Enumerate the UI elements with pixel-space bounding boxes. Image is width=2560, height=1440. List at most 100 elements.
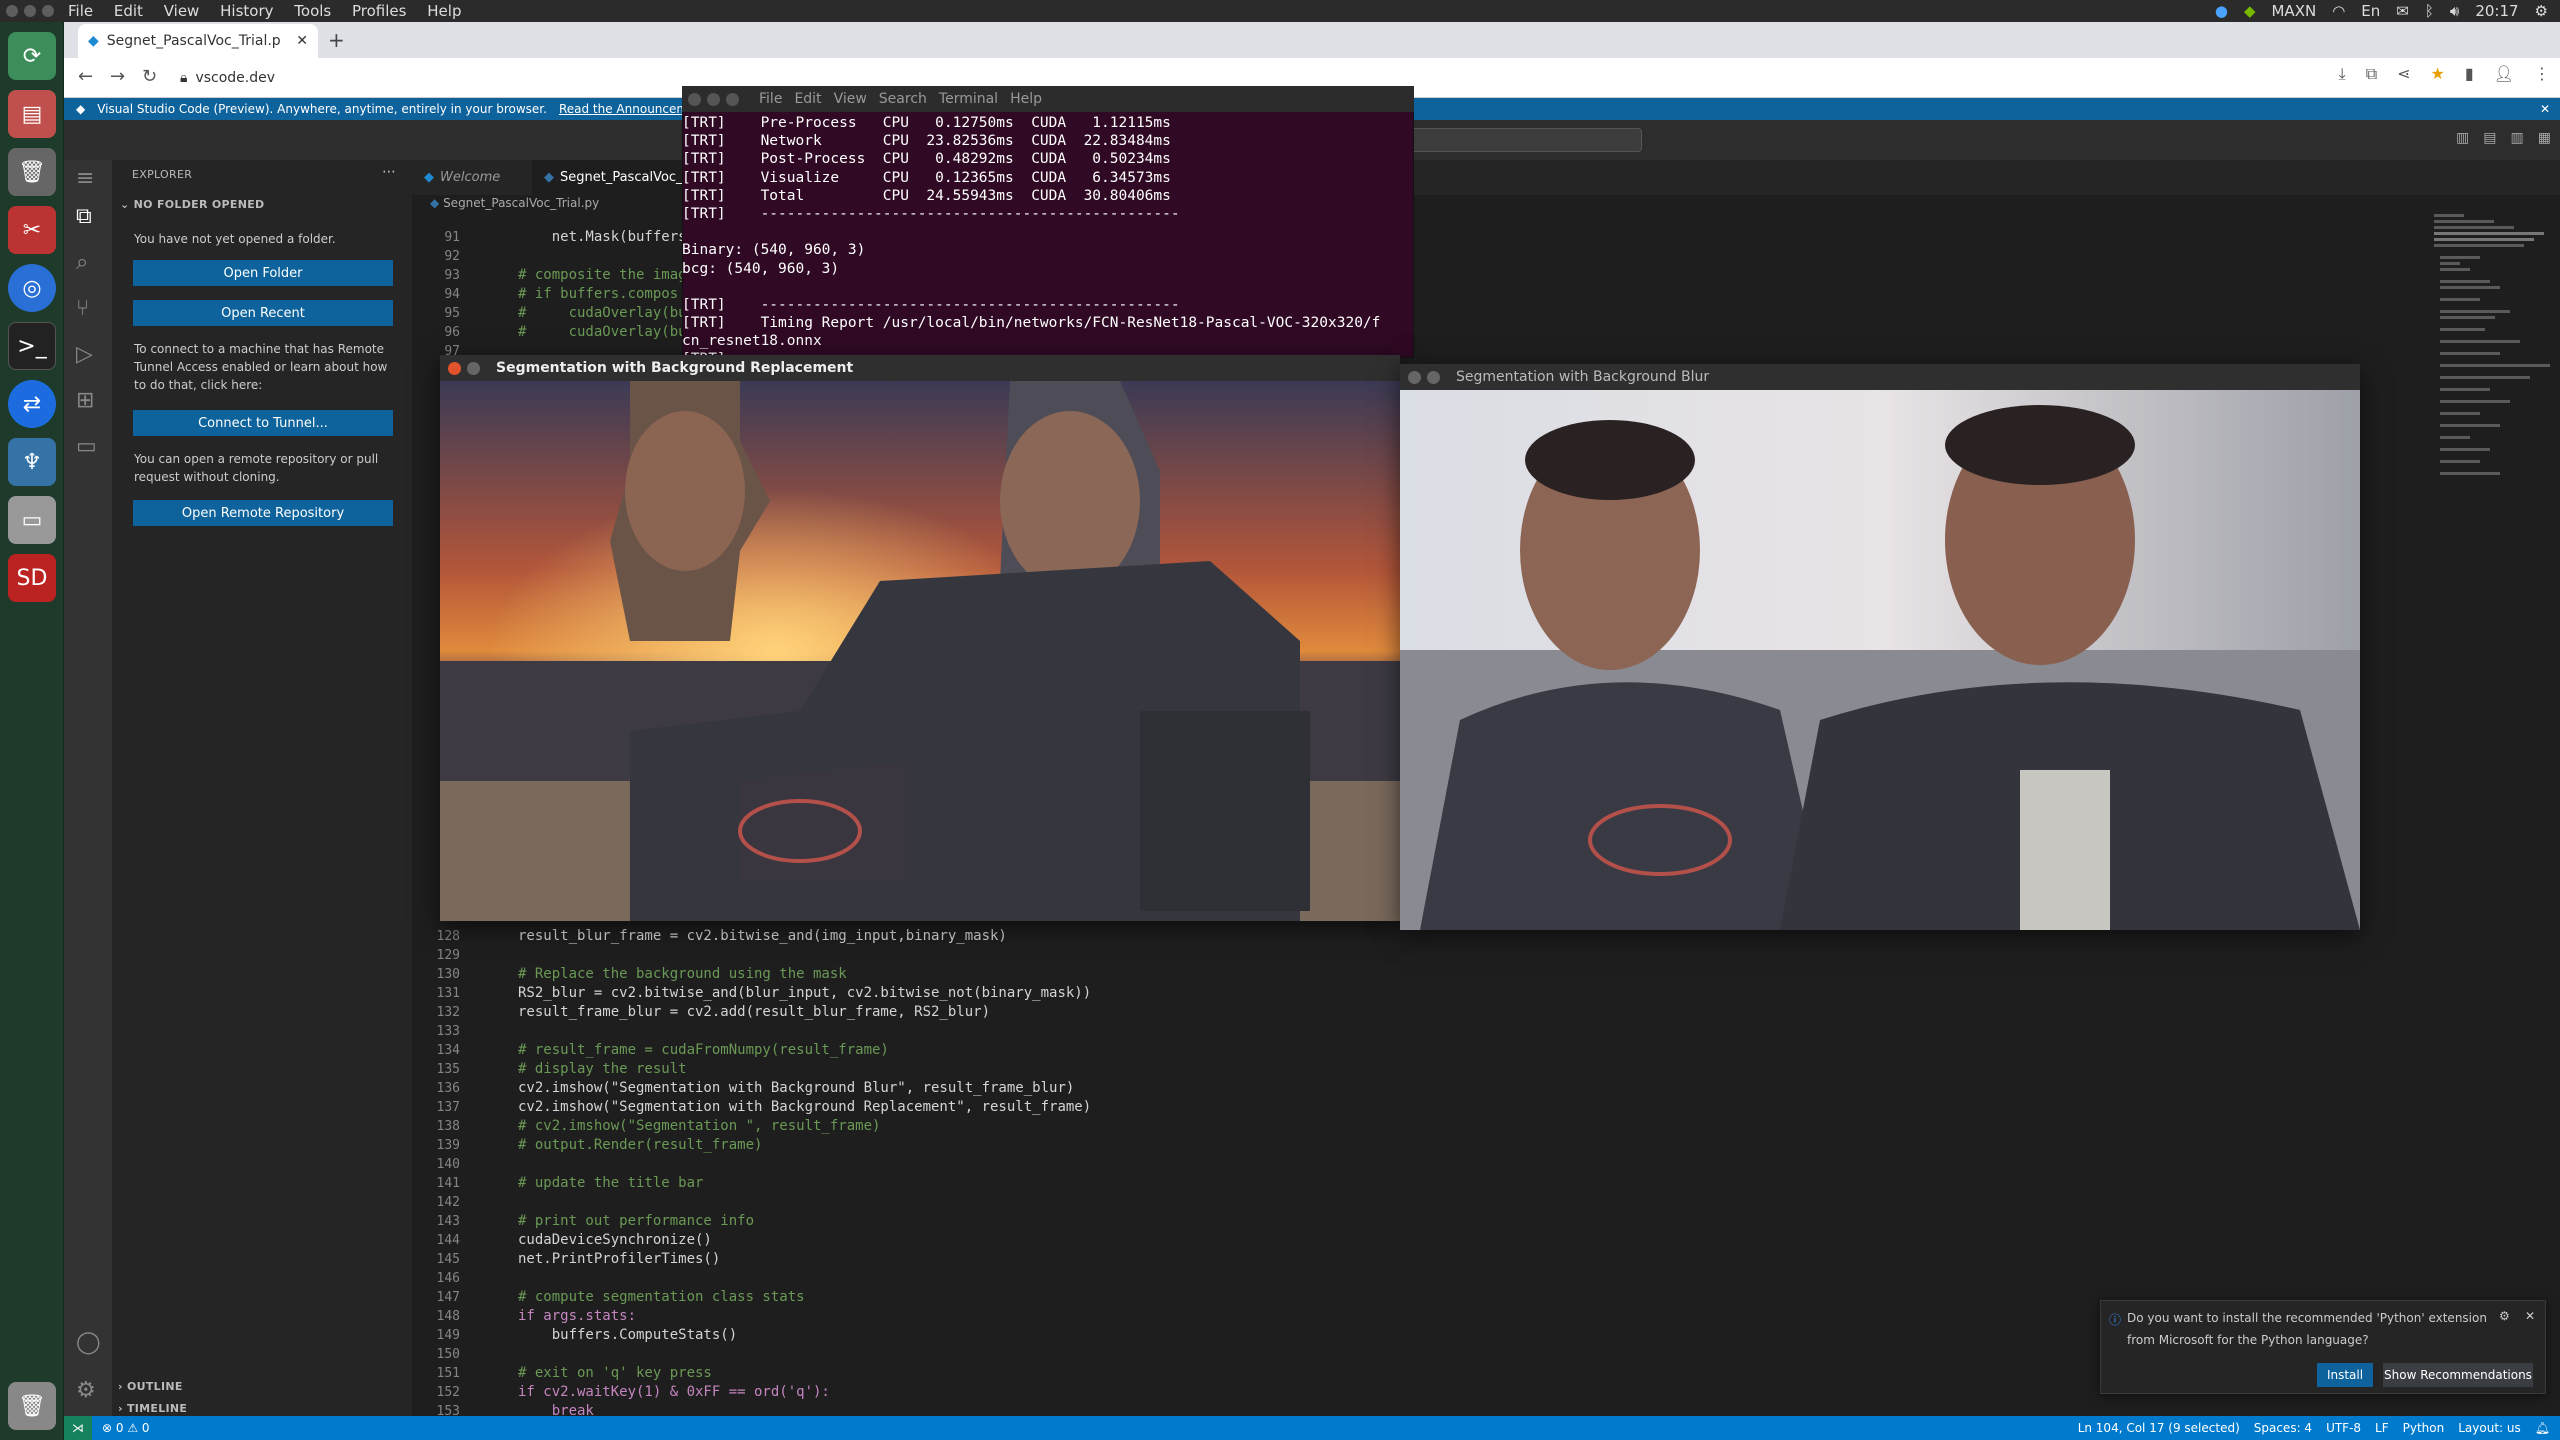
- show-recommendations-button[interactable]: Show Recommendations: [2383, 1363, 2533, 1387]
- problems-indicator[interactable]: ⊗ 0 ⚠ 0: [102, 1421, 150, 1435]
- code-line[interactable]: # exit on 'q' key press: [518, 1364, 2018, 1383]
- trash-bin-icon[interactable]: 🗑︎: [8, 1382, 56, 1430]
- connect-tunnel-button[interactable]: Connect to Tunnel...: [133, 410, 393, 436]
- window-controls[interactable]: [6, 5, 54, 17]
- drive-icon[interactable]: ▭: [8, 496, 56, 544]
- manage-gear-icon[interactable]: ⚙: [76, 1378, 96, 1403]
- browser-tab[interactable]: ◆ Segnet_PascalVoc_Trial.p ✕: [78, 24, 318, 58]
- install-button[interactable]: Install: [2317, 1363, 2373, 1387]
- term-menu-help[interactable]: Help: [1010, 91, 1042, 107]
- command-center[interactable]: [1410, 128, 1642, 152]
- code-line[interactable]: # result_frame = cudaFromNumpy(result_fr…: [518, 1041, 2018, 1060]
- blur-titlebar[interactable]: Segmentation with Background Blur: [1400, 364, 2360, 390]
- breadcrumb[interactable]: ◆ Segnet_PascalVoc_Trial.py: [430, 196, 599, 210]
- search-icon[interactable]: ⌕: [76, 250, 88, 275]
- code-line[interactable]: # print out performance info: [518, 1212, 2018, 1231]
- mail-icon[interactable]: ✉: [2396, 2, 2409, 20]
- code-line[interactable]: # Replace the background using the mask: [518, 965, 2018, 984]
- code-line[interactable]: # output.Render(result_frame): [518, 1136, 2018, 1155]
- indentation[interactable]: Spaces: 4: [2254, 1421, 2312, 1435]
- code-line[interactable]: # update the title bar: [518, 1174, 2018, 1193]
- bluetooth-icon[interactable]: ᛒ: [2425, 2, 2434, 20]
- no-folder-section[interactable]: ⌄ NO FOLDER OPENED: [120, 198, 264, 211]
- code-line[interactable]: cudaDeviceSynchronize(): [518, 1231, 2018, 1250]
- outline-section[interactable]: › OUTLINE: [118, 1380, 183, 1393]
- explorer-icon[interactable]: ⧉: [76, 204, 92, 229]
- close-icon[interactable]: ✕: [2540, 102, 2550, 116]
- share-icon[interactable]: ⋖: [2397, 64, 2410, 84]
- term-menu-search[interactable]: Search: [879, 91, 927, 107]
- new-tab-button[interactable]: +: [328, 28, 345, 52]
- open-recent-button[interactable]: Open Recent: [133, 300, 393, 326]
- tab-segnet[interactable]: ◆ Segnet_PascalVoc_T: [532, 160, 690, 195]
- volume-icon[interactable]: 🔊︎: [2450, 2, 2459, 20]
- reload-icon[interactable]: ↻: [142, 66, 157, 87]
- trash-icon[interactable]: 🗑︎: [8, 148, 56, 196]
- run-debug-icon[interactable]: ▷: [76, 342, 93, 367]
- sd-card-icon[interactable]: SD: [8, 554, 56, 602]
- back-icon[interactable]: ←: [78, 66, 93, 87]
- teamviewer-dock-icon[interactable]: ⇄: [8, 380, 56, 428]
- notifications-bell-icon[interactable]: 🔔︎: [2535, 1421, 2550, 1435]
- tools-icon[interactable]: ✂: [8, 206, 56, 254]
- blur-window[interactable]: Segmentation with Background Blur: [1400, 364, 2360, 930]
- wifi-icon[interactable]: ◠: [2332, 2, 2345, 20]
- minimize-icon[interactable]: [1427, 370, 1440, 384]
- menu-tools[interactable]: Tools: [294, 2, 331, 20]
- settings-gear-icon[interactable]: ⚙: [2535, 2, 2548, 20]
- term-menu-terminal[interactable]: Terminal: [939, 91, 998, 107]
- terminal-titlebar[interactable]: File Edit View Search Terminal Help: [682, 86, 1414, 112]
- toggle-panel-icon[interactable]: ▤: [2483, 130, 2496, 146]
- url-field[interactable]: 🔒︎ vscode.dev: [180, 64, 680, 92]
- minimize-icon[interactable]: [467, 361, 480, 375]
- side-panel-icon[interactable]: ▮: [2465, 64, 2474, 84]
- bookmark-star-icon[interactable]: ★: [2431, 64, 2445, 84]
- line-ending[interactable]: LF: [2375, 1421, 2389, 1435]
- forward-icon[interactable]: →: [110, 66, 125, 87]
- source-control-icon[interactable]: ⑂: [76, 296, 89, 321]
- code-line[interactable]: result_frame_blur = cv2.add(result_blur_…: [518, 1003, 2018, 1022]
- clock[interactable]: 20:17: [2475, 2, 2518, 20]
- menu-view[interactable]: View: [164, 2, 200, 20]
- code-line[interactable]: if cv2.waitKey(1) & 0xFF == ord('q'):: [518, 1383, 2018, 1402]
- nvidia-icon[interactable]: ◆: [2244, 2, 2256, 20]
- extensions-icon[interactable]: ⊞: [76, 388, 94, 413]
- toggle-sidebar-icon[interactable]: ▥: [2456, 130, 2469, 146]
- terminal-icon[interactable]: >_: [8, 322, 56, 370]
- close-icon[interactable]: [448, 361, 461, 375]
- close-icon[interactable]: [688, 92, 701, 106]
- term-menu-edit[interactable]: Edit: [794, 91, 821, 107]
- code-line[interactable]: net.PrintProfilerTimes(): [518, 1250, 2018, 1269]
- customize-layout-icon[interactable]: ▦: [2538, 130, 2551, 146]
- terminal-output[interactable]: [TRT] Pre-Process CPU 0.12750ms CUDA 1.1…: [682, 112, 1414, 358]
- menu-icon[interactable]: ≡: [76, 166, 94, 191]
- minimize-icon[interactable]: [707, 92, 720, 106]
- encoding[interactable]: UTF-8: [2326, 1421, 2361, 1435]
- file-manager-icon[interactable]: ▤: [8, 90, 56, 138]
- term-menu-view[interactable]: View: [834, 91, 867, 107]
- menu-history[interactable]: History: [220, 2, 273, 20]
- menu-profiles[interactable]: Profiles: [352, 2, 406, 20]
- remote-explorer-icon[interactable]: ▭: [76, 434, 97, 459]
- account-icon[interactable]: ◯: [76, 1330, 101, 1355]
- code-line[interactable]: RS2_blur = cv2.bitwise_and(blur_input, c…: [518, 984, 2018, 1003]
- replacement-titlebar[interactable]: Segmentation with Background Replacement: [440, 355, 1400, 381]
- code-line[interactable]: if args.stats:: [518, 1307, 2018, 1326]
- profile-avatar-icon[interactable]: 👤︎: [2494, 64, 2514, 84]
- minimap[interactable]: [2430, 210, 2550, 530]
- language-mode[interactable]: Python: [2403, 1421, 2445, 1435]
- more-menu-icon[interactable]: ⋮: [2534, 64, 2550, 84]
- keyboard-layout[interactable]: Layout: us: [2458, 1421, 2521, 1435]
- open-folder-button[interactable]: Open Folder: [133, 260, 393, 286]
- teamviewer-icon[interactable]: ●: [2215, 2, 2228, 20]
- close-icon[interactable]: [1408, 370, 1421, 384]
- code-line[interactable]: # display the result: [518, 1060, 2018, 1079]
- open-remote-repo-button[interactable]: Open Remote Repository: [133, 500, 393, 526]
- system-update-icon[interactable]: ⟳: [8, 32, 56, 80]
- code-line[interactable]: cv2.imshow("Segmentation with Background…: [518, 1079, 2018, 1098]
- toggle-secondary-icon[interactable]: ▥: [2510, 130, 2523, 146]
- cursor-position[interactable]: Ln 104, Col 17 (9 selected): [2078, 1421, 2240, 1435]
- menu-file[interactable]: File: [68, 2, 93, 20]
- copy-icon[interactable]: ⧉: [2366, 64, 2377, 84]
- remote-indicator-icon[interactable]: ⋊: [64, 1416, 92, 1440]
